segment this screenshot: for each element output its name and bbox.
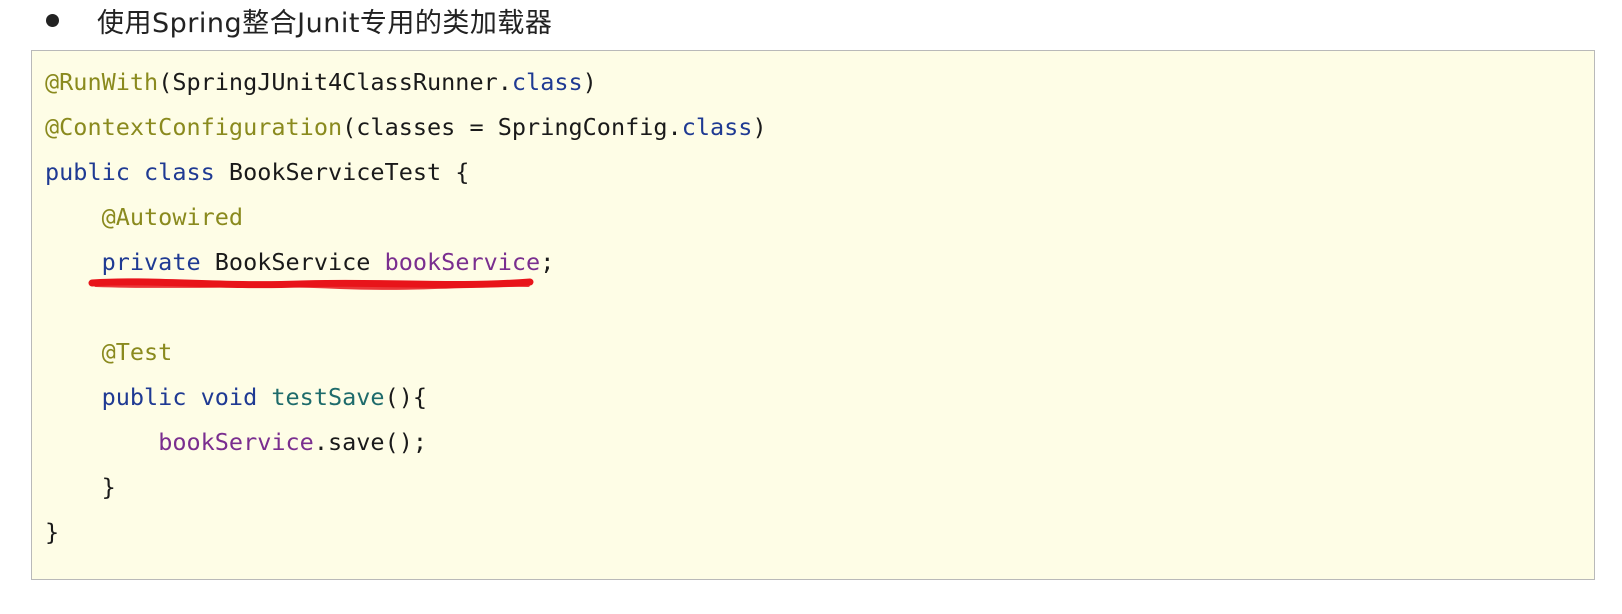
code-token: bookService (384, 248, 541, 276)
code-token: } (45, 518, 60, 546)
code-token: (){ (384, 383, 428, 411)
code-token: @Test (101, 338, 173, 366)
code-token: BookServiceTest { (214, 158, 470, 186)
code-line: } (45, 514, 59, 550)
heading-text: 使用Spring整合Junit专用的类加载器 (97, 7, 553, 39)
code-line: public void testSave(){ (45, 379, 427, 415)
code-line: bookService.save(); (45, 424, 427, 460)
bullet-heading: 使用Spring整合Junit专用的类加载器 (46, 0, 552, 40)
code-line: } (45, 469, 116, 505)
code-token: @Autowired (101, 203, 244, 231)
code-token: public class (45, 158, 215, 186)
code-token: public void (101, 383, 258, 411)
code-token: class (511, 68, 583, 96)
code-token: BookService (200, 248, 385, 276)
code-token: .save(); (313, 428, 428, 456)
code-token: ) (582, 68, 597, 96)
code-token: private (101, 248, 201, 276)
code-token: bookService (158, 428, 314, 456)
code-token: (SpringJUnit4ClassRunner. (158, 68, 512, 96)
code-token: class (681, 113, 753, 141)
code-line: @ContextConfiguration(classes = SpringCo… (45, 109, 767, 145)
code-token: @ContextConfiguration (45, 113, 343, 141)
code-token: ; (540, 248, 555, 276)
code-block: @RunWith(SpringJUnit4ClassRunner.class) @… (31, 50, 1595, 580)
code-token: } (45, 473, 116, 501)
code-line: @Test (45, 334, 173, 370)
code-token: (classes = SpringConfig. (342, 113, 682, 141)
code-token: testSave (271, 383, 385, 411)
bullet-dot-icon (46, 13, 59, 27)
code-line: private BookService bookService; (45, 244, 555, 280)
code-token: ) (752, 113, 767, 141)
code-token: @RunWith (45, 68, 159, 96)
code-line: @RunWith(SpringJUnit4ClassRunner.class) (45, 64, 597, 100)
code-line: public class BookServiceTest { (45, 154, 469, 190)
code-line: @Autowired (45, 199, 243, 235)
